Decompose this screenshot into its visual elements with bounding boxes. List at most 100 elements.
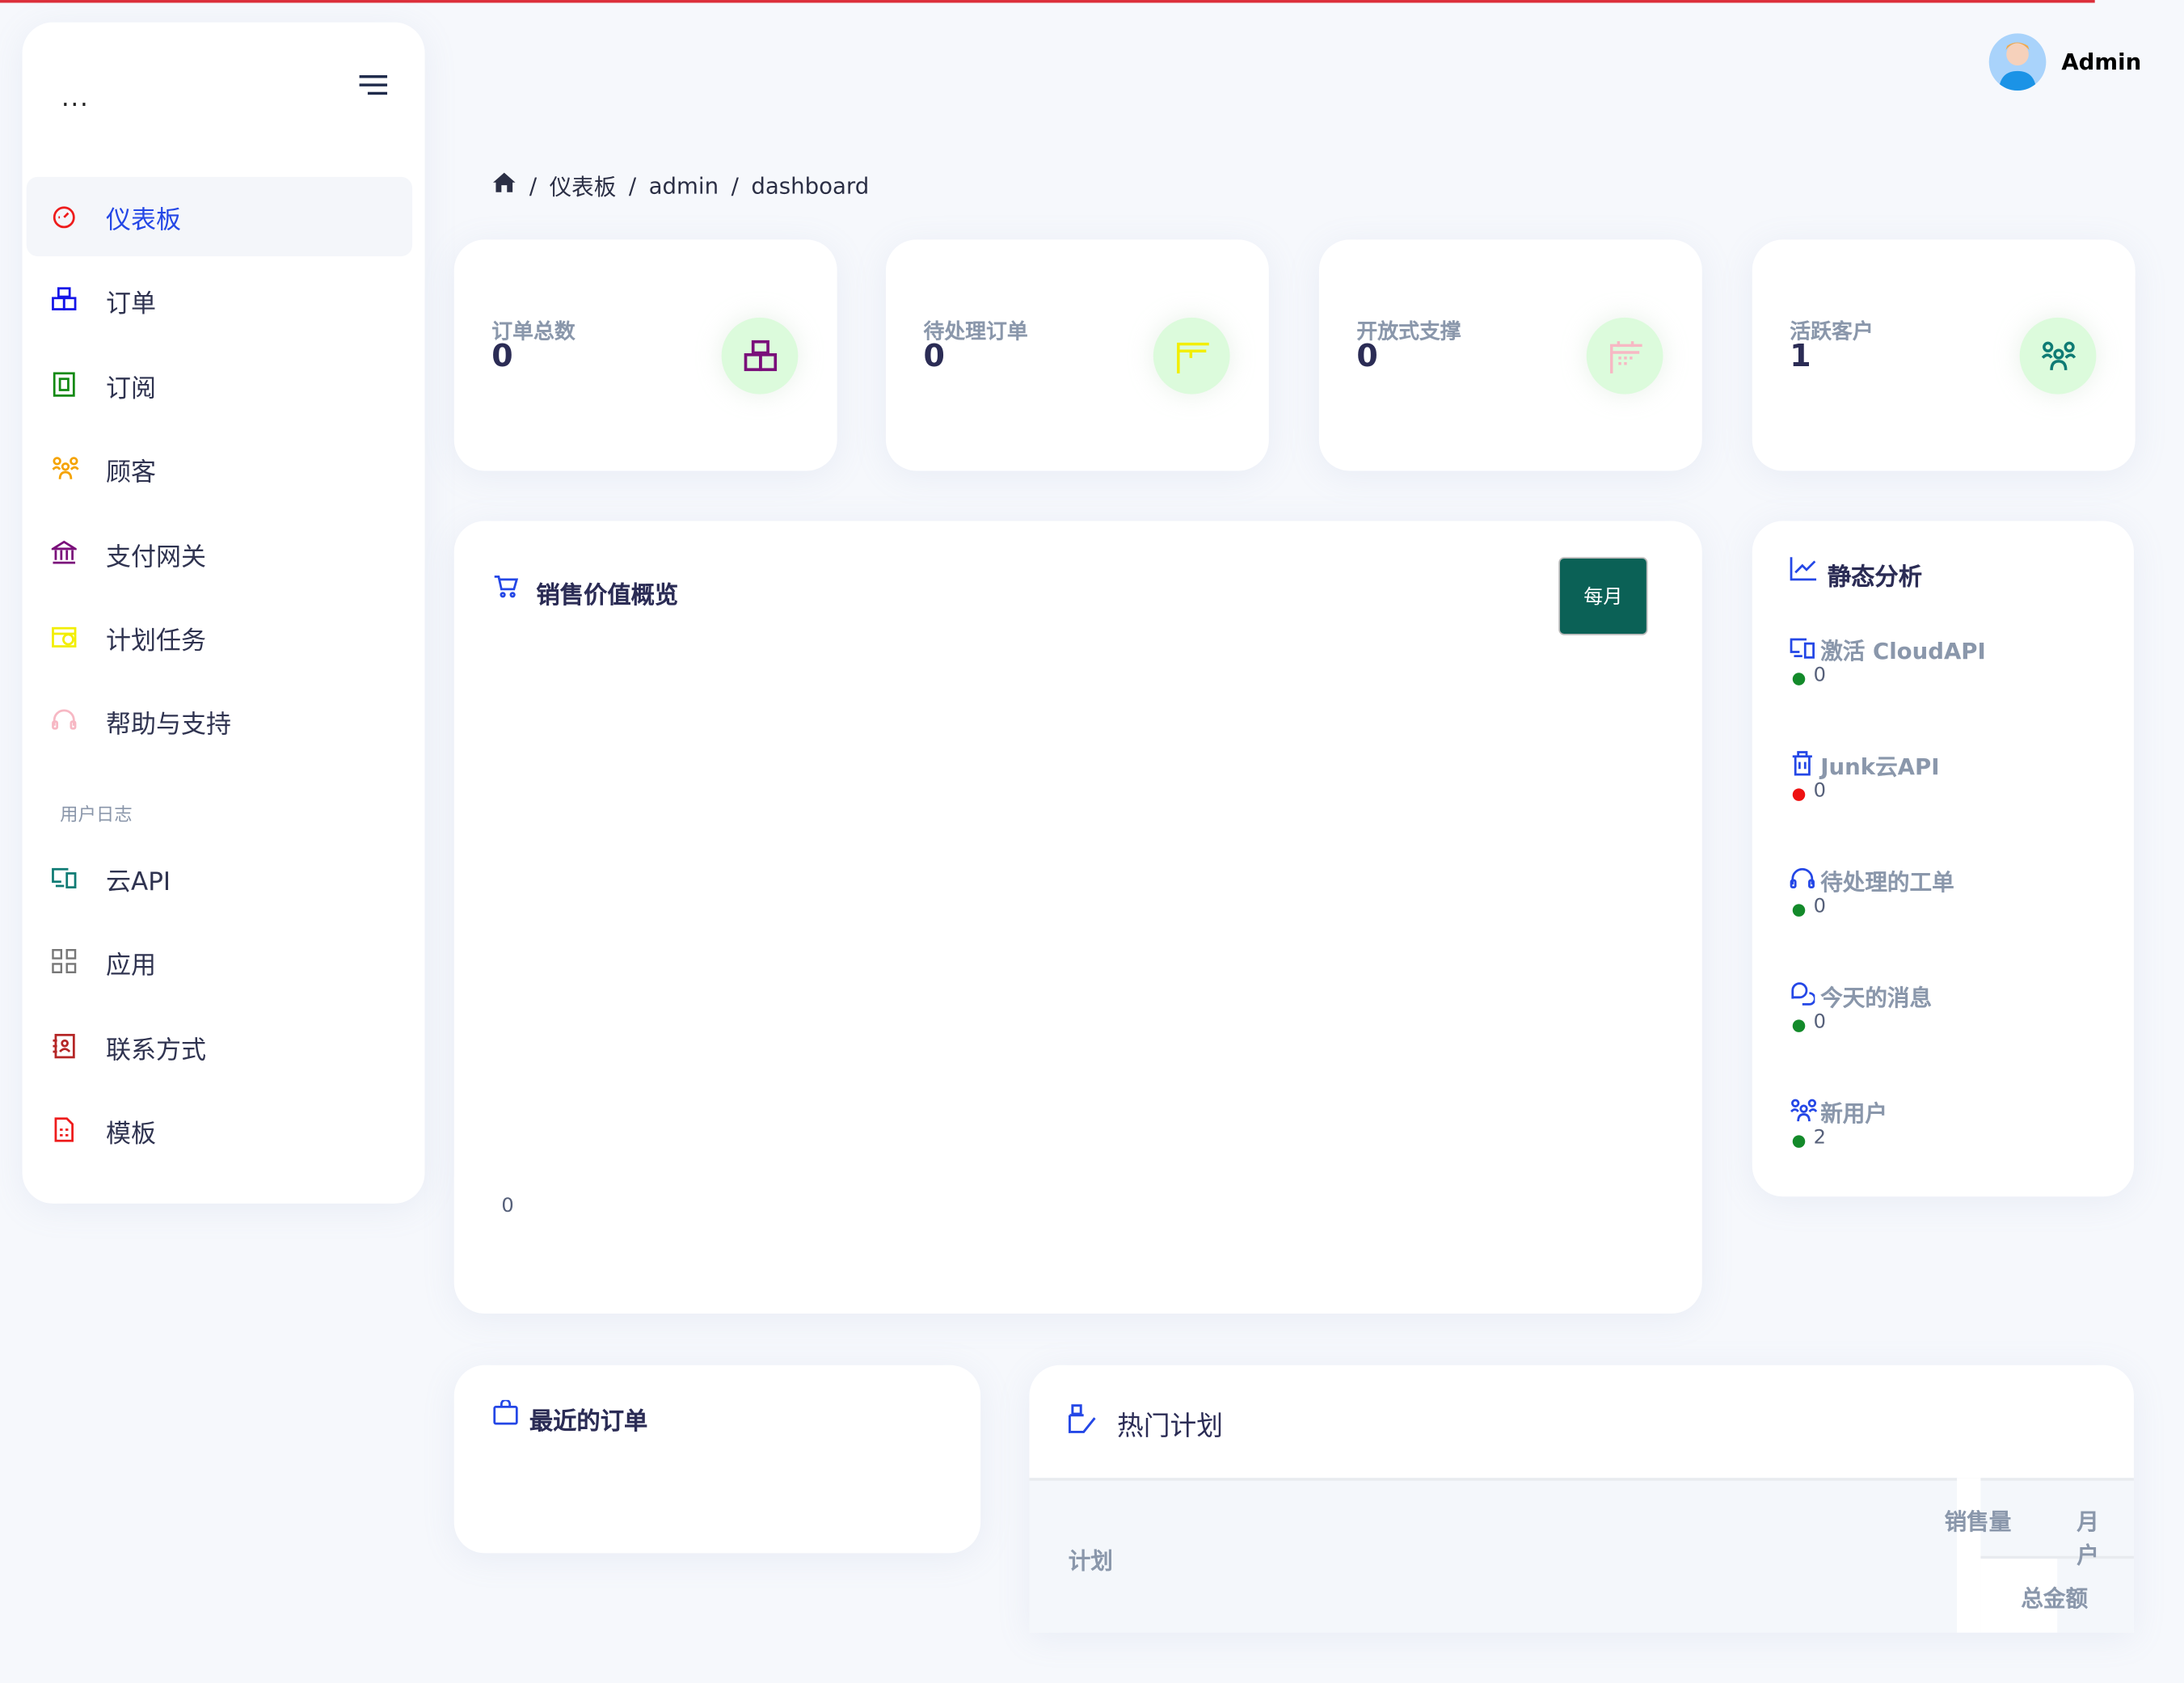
sidebar-item-label: 帮助与支持	[105, 711, 232, 740]
template-icon	[52, 1117, 77, 1143]
contact-book-icon	[52, 1033, 77, 1058]
headset-icon	[1790, 867, 1815, 892]
stat-value: 0	[491, 340, 513, 375]
analysis-item-value: 2	[1813, 1127, 1826, 1149]
breadcrumb-separator: /	[731, 171, 739, 199]
column-sales[interactable]: 销售量	[1945, 1503, 2012, 1536]
hot-plans-card: 热门计划 计划 销售量 月户 总金额	[1029, 1365, 2134, 1633]
sidebar-item-label: 计划任务	[105, 626, 207, 656]
status-dot	[1792, 673, 1806, 685]
analysis-item-label: 待处理的工单	[1820, 869, 1954, 896]
analysis-item-label: 新用户	[1820, 1100, 1887, 1128]
status-dot	[1792, 904, 1806, 917]
breadcrumb-item: dashboard	[751, 171, 870, 199]
analysis-item-value: 0	[1813, 779, 1826, 803]
cart-icon	[493, 574, 519, 605]
analysis-item-value: 0	[1813, 664, 1826, 687]
sidebar-item[interactable]: 应用	[27, 922, 412, 1002]
breadcrumb-item[interactable]: admin	[649, 172, 719, 199]
trash-icon	[1790, 751, 1815, 776]
bank-icon	[48, 539, 79, 565]
status-dot	[1792, 1019, 1806, 1032]
sidebar-item[interactable]: 模板	[27, 1091, 412, 1171]
page-loading-bar	[0, 0, 2095, 3]
chart-y-tick: 0	[501, 1195, 514, 1218]
breadcrumb-item[interactable]: 仪表板	[550, 169, 617, 202]
analysis-item-value: 0	[1813, 1011, 1826, 1034]
sidebar-item-label: 顾客	[105, 458, 156, 488]
column-total[interactable]: 总金额	[2021, 1580, 2088, 1613]
boxes-icon	[52, 287, 77, 313]
sidebar-item-label: 联系方式	[105, 1036, 207, 1065]
recent-orders-card: 最近的订单	[453, 1365, 981, 1554]
users-icon	[52, 456, 79, 481]
devices-icon	[52, 865, 77, 890]
breadcrumb-separator: /	[529, 171, 538, 199]
breadcrumb-separator: /	[628, 171, 637, 199]
analysis-item-label: 今天的消息	[1820, 985, 1933, 1012]
calendar-clock-icon	[52, 624, 77, 649]
sidebar-item-label: 云API	[105, 867, 171, 897]
chart-line-icon	[1790, 556, 1817, 587]
sidebar-item[interactable]: 订阅	[27, 345, 412, 424]
analysis-item-value: 0	[1813, 896, 1826, 918]
sidebar-item-label: 订阅	[105, 374, 156, 404]
sidebar-section-label: 用户日志	[60, 805, 133, 826]
grid-icon	[52, 949, 77, 974]
users-icon	[1790, 1098, 1818, 1123]
sidebar-item[interactable]: 顾客	[27, 429, 412, 508]
speedometer-icon	[52, 204, 77, 229]
breadcrumb: / 仪表板 / admin / dashboard	[491, 169, 869, 202]
recent-orders-title: 最近的订单	[529, 1408, 648, 1436]
boxes-icon	[721, 317, 799, 394]
column-month-users[interactable]: 月户	[2057, 1503, 2099, 1570]
chat-icon	[1790, 982, 1816, 1007]
monthly-button[interactable]: 每月	[1558, 557, 1648, 635]
sidebar-item[interactable]: 支付网关	[27, 513, 412, 593]
status-dot	[1792, 788, 1806, 801]
headset-icon	[52, 708, 77, 733]
sidebar-item[interactable]: 计划任务	[27, 597, 412, 677]
sidebar-item[interactable]: 订单	[27, 261, 412, 340]
sidebar-logo-placeholder: ...	[61, 83, 90, 113]
analysis-item-label: Junk云API	[1820, 753, 1940, 780]
stat-value: 0	[923, 340, 945, 375]
hot-plans-title: 热门计划	[1117, 1411, 1223, 1442]
header-gap	[1957, 1478, 1981, 1633]
analysis-item-label: 激活 CloudAPI	[1820, 638, 1986, 664]
devices-icon	[1790, 635, 1815, 660]
column-plan[interactable]: 计划	[1069, 1542, 1113, 1575]
stat-value: 0	[1356, 340, 1378, 375]
home-icon[interactable]	[491, 171, 516, 199]
stat-card: 活跃客户 1	[1752, 239, 2136, 471]
shopping-bag-icon	[493, 1398, 518, 1431]
sidebar: ... 仪表板 订单 订阅 顾客 支付网关 计划任务 帮助与支持 用户日志 云A…	[22, 22, 425, 1204]
user-name[interactable]: Admin	[2061, 49, 2141, 75]
sidebar-item-label: 仪表板	[105, 206, 182, 236]
users-icon	[2019, 317, 2097, 394]
sidebar-item-label: 应用	[105, 951, 156, 981]
static-analysis-title: 静态分析	[1827, 563, 1923, 593]
stat-card: 开放式支撑 0	[1318, 239, 1702, 471]
package-icon	[1153, 317, 1230, 394]
sidebar-item[interactable]: 帮助与支持	[27, 681, 412, 761]
sidebar-item-label: 模板	[105, 1120, 156, 1149]
static-analysis-card: 静态分析 激活 CloudAPI 0 Junk云API 0 待处理的工单 0 今…	[1752, 521, 2134, 1197]
sidebar-item[interactable]: 联系方式	[27, 1007, 412, 1086]
menu-toggle-icon[interactable]	[359, 75, 388, 95]
plan-edit-icon	[1068, 1404, 1096, 1440]
sidebar-item-label: 支付网关	[105, 542, 207, 572]
sidebar-item[interactable]: 云API	[27, 838, 412, 917]
stat-card: 订单总数 0	[453, 239, 837, 471]
stat-card: 待处理订单 0	[885, 239, 1269, 471]
plans-table-header: 计划 销售量 月户 总金额	[1029, 1478, 2134, 1633]
stat-value: 1	[1790, 340, 1811, 375]
sidebar-item[interactable]: 仪表板	[26, 176, 413, 257]
sidebar-item-label: 订单	[105, 290, 156, 320]
status-dot	[1792, 1135, 1806, 1148]
sales-overview-title: 销售价值概览	[536, 582, 679, 610]
avatar[interactable]	[1988, 33, 2047, 91]
subscription-icon	[52, 372, 77, 397]
sales-overview-card: 销售价值概览 每月 0	[453, 521, 1702, 1314]
calendar-icon	[1586, 317, 1663, 394]
